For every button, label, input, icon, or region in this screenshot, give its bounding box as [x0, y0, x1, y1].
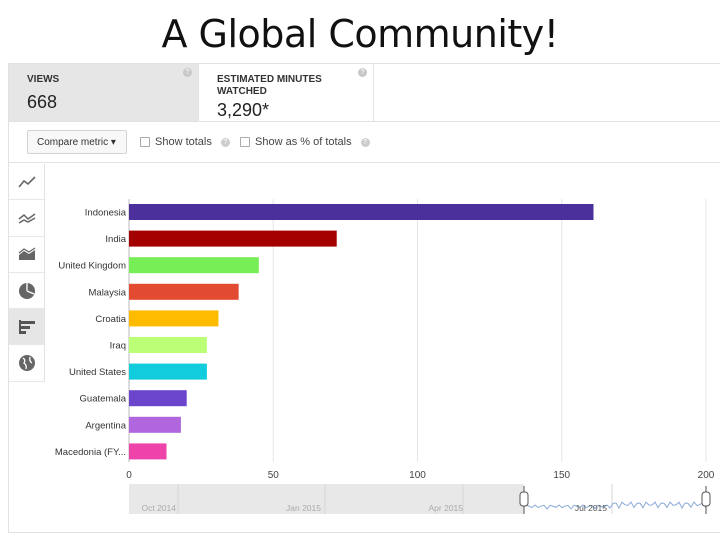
bar-guatemala[interactable]: [129, 390, 187, 407]
category-label: Indonesia: [85, 208, 127, 219]
timeline-label: Jan 2015: [286, 503, 321, 513]
category-label: Macedonia (FY...: [55, 447, 126, 458]
x-tick-label: 50: [268, 470, 280, 481]
bar-chart: 0 50 100 150 200 Indonesia India United Kingdom…: [55, 199, 715, 514]
bar-united-states[interactable]: [129, 363, 207, 380]
x-tick-label: 100: [409, 470, 426, 481]
bar-indonesia[interactable]: [129, 204, 594, 220]
timeline-drag-handle[interactable]: [701, 491, 711, 507]
timeline-drag-handle[interactable]: [519, 491, 529, 507]
timeline-label: Apr 2015: [429, 503, 464, 513]
timeline-label: Jul 2015: [575, 503, 607, 513]
category-label: Croatia: [95, 314, 126, 325]
category-label: United States: [69, 367, 126, 378]
timeline-unselected-range: [129, 484, 524, 514]
x-tick-label: 150: [553, 470, 570, 481]
bar-malaysia[interactable]: [129, 283, 239, 300]
x-tick-label: 0: [126, 470, 132, 481]
timeline-selected-range: [524, 484, 708, 514]
timeline-label: Oct 2014: [142, 503, 177, 513]
bar-croatia[interactable]: [129, 310, 219, 327]
category-label: Argentina: [85, 420, 126, 431]
category-label: United Kingdom: [58, 261, 126, 272]
category-label: India: [105, 234, 126, 245]
bar-india[interactable]: [129, 230, 337, 247]
category-label: Guatemala: [80, 394, 127, 405]
bar-argentina[interactable]: [129, 416, 181, 433]
category-label: Malaysia: [89, 287, 127, 298]
bar-iraq[interactable]: [129, 337, 207, 353]
bar-macedonia-fy-[interactable]: [129, 443, 167, 460]
category-label: Iraq: [110, 341, 126, 352]
x-tick-label: 200: [698, 470, 715, 481]
bar-united-kingdom[interactable]: [129, 257, 259, 274]
